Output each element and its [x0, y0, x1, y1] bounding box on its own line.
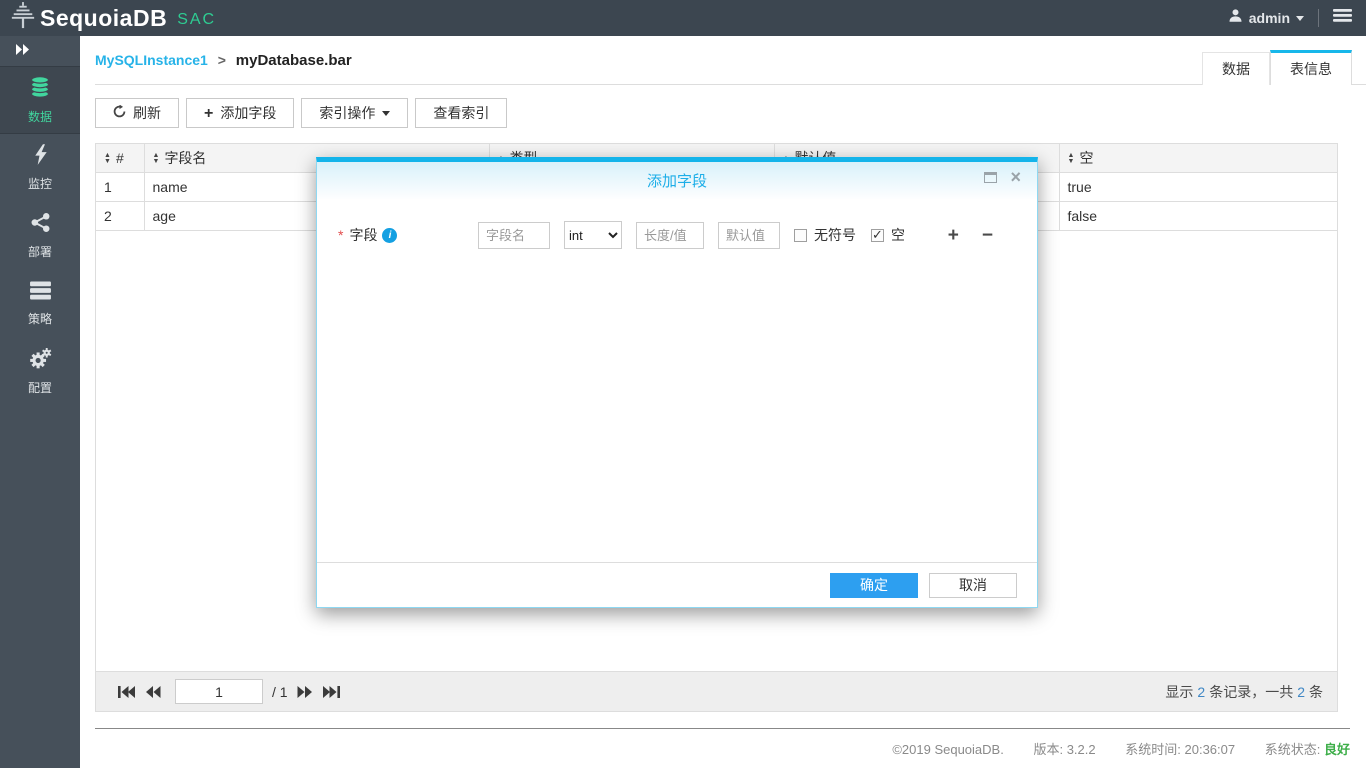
double-chevron-right-icon — [16, 42, 29, 60]
add-row-button[interactable] — [948, 226, 959, 245]
add-field-button[interactable]: 添加字段 — [186, 98, 294, 128]
breadcrumb: MySQLInstance1 > myDatabase.bar — [95, 52, 352, 69]
brand-name: SequoiaDB — [40, 5, 167, 32]
tab-bar: 数据 表信息 — [1202, 50, 1352, 85]
tree-logo-icon — [10, 2, 36, 35]
first-page-button[interactable] — [118, 686, 135, 698]
sidebar-item-strategy[interactable]: 策略 — [0, 270, 80, 338]
unsigned-label: 无符号 — [814, 225, 856, 245]
maximize-icon[interactable] — [984, 172, 997, 183]
user-icon — [1228, 8, 1243, 28]
column-header-index[interactable]: ▲▼# — [96, 144, 144, 173]
chevron-down-icon — [382, 111, 390, 120]
field-type-select[interactable]: int — [564, 221, 622, 249]
pagination-bar: / 1 显示2条记录，一共2条 — [96, 671, 1337, 711]
plus-icon — [204, 105, 213, 122]
sidebar-collapse-button[interactable] — [0, 36, 80, 66]
brand-logo[interactable]: SequoiaDB SAC — [10, 2, 216, 35]
sidebar-item-monitor[interactable]: 监控 — [0, 134, 80, 202]
last-page-button[interactable] — [323, 686, 340, 698]
sort-icon: ▲▼ — [104, 153, 111, 165]
status-value: 良好 — [1324, 742, 1350, 757]
breadcrumb-separator: > — [218, 52, 226, 68]
sidebar: 数据 监控 部署 策略 — [0, 36, 80, 768]
sidebar-item-config[interactable]: 配置 — [0, 338, 80, 406]
unsigned-checkbox-group: 无符号 — [794, 225, 856, 245]
header-row: MySQLInstance1 > myDatabase.bar 数据 表信息 — [95, 36, 1366, 85]
divider — [1318, 9, 1319, 27]
menu-icon[interactable] — [1333, 8, 1352, 28]
system-time: 系统时间: 20:36:07 — [1125, 742, 1238, 757]
page-total: / 1 — [272, 684, 288, 700]
brand-suffix: SAC — [177, 7, 216, 29]
dialog-title: 添加字段 — [647, 170, 707, 191]
breadcrumb-current: myDatabase.bar — [236, 52, 352, 69]
column-header-nullable[interactable]: ▲▼空 — [1059, 144, 1337, 173]
unsigned-checkbox[interactable] — [794, 229, 807, 242]
sidebar-item-label: 监控 — [28, 175, 52, 192]
chevron-down-icon — [1296, 16, 1304, 25]
user-name: admin — [1249, 10, 1290, 26]
nullable-checkbox-group: 空 — [871, 225, 905, 245]
sidebar-item-label: 配置 — [28, 379, 52, 396]
close-icon[interactable] — [1010, 171, 1021, 184]
field-default-input[interactable] — [718, 222, 780, 249]
version-info: 版本: 3.2.2 — [1033, 742, 1099, 757]
field-form-row: * 字段 int 无符号 空 — [317, 199, 1037, 249]
next-page-button[interactable] — [297, 686, 312, 698]
dialog-header: 添加字段 — [317, 162, 1037, 199]
dialog-footer: 确定 取消 — [317, 562, 1037, 607]
dialog-body: * 字段 int 无符号 空 — [317, 199, 1037, 249]
nullable-label: 空 — [891, 225, 905, 245]
field-length-input[interactable] — [636, 222, 704, 249]
record-count-summary: 显示2条记录，一共2条 — [1165, 682, 1323, 702]
field-name-input[interactable] — [478, 222, 550, 249]
field-label: * 字段 — [338, 225, 478, 245]
nullable-checkbox[interactable] — [871, 229, 884, 242]
topbar: SequoiaDB SAC admin — [0, 0, 1366, 36]
index-operations-dropdown[interactable]: 索引操作 — [301, 98, 408, 128]
bolt-icon — [33, 144, 48, 170]
sidebar-item-deploy[interactable]: 部署 — [0, 202, 80, 270]
breadcrumb-instance-link[interactable]: MySQLInstance1 — [95, 52, 208, 68]
gears-icon — [29, 348, 52, 374]
info-icon[interactable] — [382, 228, 397, 243]
toolbar: 刷新 添加字段 索引操作 查看索引 — [95, 98, 507, 128]
database-icon — [28, 76, 52, 103]
required-mark: * — [338, 227, 343, 243]
system-status: 系统状态: 良好 — [1265, 742, 1350, 757]
add-field-dialog: 添加字段 * 字段 int 无符号 空 — [316, 157, 1038, 608]
sort-icon: ▲▼ — [153, 153, 160, 165]
refresh-icon — [113, 105, 126, 121]
server-icon — [30, 281, 51, 305]
cancel-button[interactable]: 取消 — [929, 573, 1017, 598]
sidebar-item-label: 部署 — [28, 243, 52, 260]
copyright: ©2019 SequoiaDB. — [892, 742, 1004, 757]
sidebar-item-data[interactable]: 数据 — [0, 66, 80, 134]
sort-icon: ▲▼ — [1068, 153, 1075, 165]
share-icon — [30, 212, 51, 238]
page-footer: ©2019 SequoiaDB. 版本: 3.2.2 系统时间: 20:36:0… — [95, 728, 1350, 758]
remove-row-button[interactable] — [982, 226, 993, 245]
ok-button[interactable]: 确定 — [830, 573, 918, 598]
sidebar-item-label: 策略 — [28, 310, 52, 327]
refresh-button[interactable]: 刷新 — [95, 98, 179, 128]
view-index-button[interactable]: 查看索引 — [415, 98, 507, 128]
page-number-input[interactable] — [175, 679, 263, 704]
tab-table-info[interactable]: 表信息 — [1270, 50, 1352, 85]
row-actions — [948, 226, 993, 245]
prev-page-button[interactable] — [146, 686, 161, 698]
sidebar-item-label: 数据 — [28, 108, 52, 125]
user-menu[interactable]: admin — [1228, 8, 1304, 28]
tab-data[interactable]: 数据 — [1202, 52, 1270, 85]
